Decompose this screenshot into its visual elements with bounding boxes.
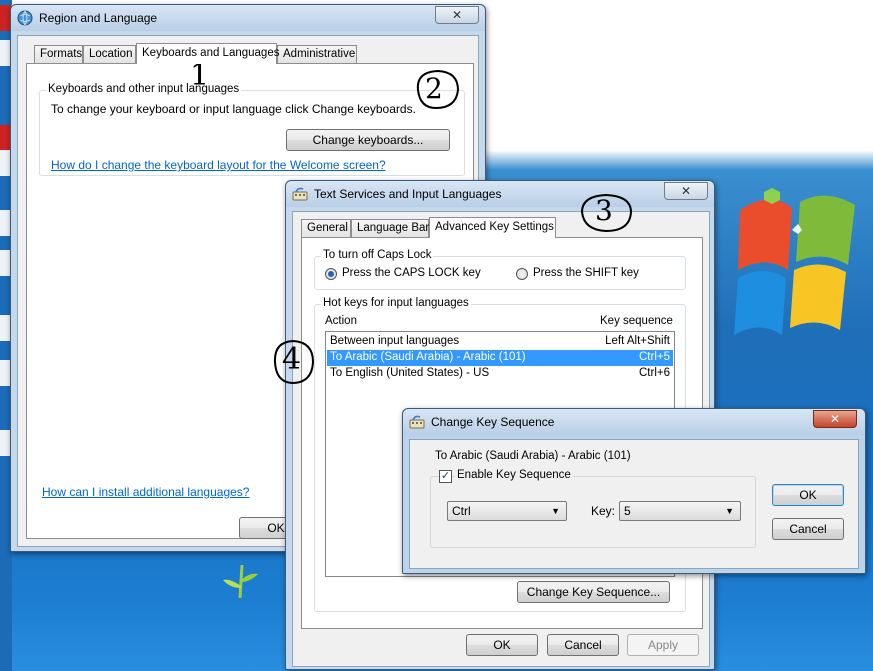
hotkey-action: Between input languages [330,335,460,347]
group-label: Hot keys for input languages [321,297,471,309]
action-column-header: Action [325,315,357,327]
region-language-titlebar[interactable]: Region and Language ✕ [11,5,485,31]
enable-key-sequence-groupbox: ✓ Enable Key Sequence Ctrl ▼ Key: 5 ▼ [430,469,756,548]
modifier-value: Ctrl [452,504,471,518]
cancel-button[interactable]: Cancel [547,634,619,656]
key-dropdown[interactable]: 5 ▼ [619,501,741,521]
keyboards-groupbox: Keyboards and other input languages To c… [39,83,465,176]
group-label: Keyboards and other input languages [46,83,242,95]
chevron-down-icon: ▼ [725,506,734,516]
change-key-sequence-titlebar[interactable]: Change Key Sequence ✕ [403,409,865,435]
tab-administrative[interactable]: Administrative [277,45,357,63]
target-language-label: To Arabic (Saudi Arabia) - Arabic (101) [435,450,631,462]
window-title: Region and Language [39,11,158,25]
tab-location[interactable]: Location [83,45,136,63]
globe-icon [17,10,33,26]
key-value: 5 [624,504,631,518]
group-label: To turn off Caps Lock [321,249,434,261]
chevron-down-icon: ▼ [551,506,560,516]
group-description: To change your keyboard or input languag… [51,102,416,116]
caps-lock-radio-label: Press the CAPS LOCK key [342,267,481,279]
hotkey-sequence: Left Alt+Shift [605,335,670,347]
tab-formats[interactable]: Formats [34,45,83,63]
ok-button[interactable]: OK [772,484,844,506]
key-label: Key: [591,504,616,518]
hotkey-action: To English (United States) - US [330,367,490,379]
annotation-3-circle [581,193,633,233]
list-item[interactable]: Between input languages Left Alt+Shift [327,334,673,350]
window-title: Change Key Sequence [431,415,555,429]
close-button[interactable]: ✕ [664,182,708,200]
change-key-sequence-client: To Arabic (Saudi Arabia) - Arabic (101) … [409,439,859,569]
enable-key-sequence-checkbox[interactable]: ✓ [439,470,452,483]
change-keyboards-button[interactable]: Change keyboards... [286,129,450,151]
windows-logo-icon [734,188,855,335]
enable-key-sequence-label: Enable Key Sequence [455,469,573,481]
annotation-4-circle [273,339,315,385]
hotkey-sequence: Ctrl+5 [639,351,670,363]
shift-radio[interactable] [516,268,528,280]
tab-advanced-key-settings[interactable]: Advanced Key Settings [429,217,556,238]
hotkey-action: To Arabic (Saudi Arabia) - Arabic (101) [330,351,526,363]
list-item[interactable]: To English (United States) - US Ctrl+6 [327,366,673,382]
key-sequence-column-header: Key sequence [600,315,673,327]
keyboard-icon [292,187,308,201]
annotation-2-circle [416,69,460,110]
change-key-sequence-dialog: Change Key Sequence ✕ To Arabic (Saudi A… [402,408,866,574]
list-item-selected[interactable]: To Arabic (Saudi Arabia) - Arabic (101) … [327,350,673,366]
close-button[interactable]: ✕ [435,6,479,24]
text-services-titlebar[interactable]: Text Services and Input Languages ✕ [286,181,714,207]
bamboo-leaf-icon [223,564,258,599]
hotkey-sequence: Ctrl+6 [639,367,670,379]
tab-language-bar[interactable]: Language Bar [351,219,429,237]
install-languages-link[interactable]: How can I install additional languages? [42,485,249,499]
shift-radio-label: Press the SHIFT key [533,267,639,279]
close-button[interactable]: ✕ [813,410,857,428]
modifier-dropdown[interactable]: Ctrl ▼ [447,501,567,521]
window-title: Text Services and Input Languages [314,187,502,201]
change-key-sequence-button[interactable]: Change Key Sequence... [517,581,670,603]
keyboard-icon [409,415,425,429]
cancel-button[interactable]: Cancel [772,518,844,540]
tab-general[interactable]: General [301,219,351,237]
apply-button[interactable]: Apply [627,634,699,656]
tab-keyboards-languages[interactable]: Keyboards and Languages [136,43,279,64]
caps-lock-groupbox: To turn off Caps Lock Press the CAPS LOC… [314,249,686,290]
caps-lock-radio[interactable] [325,268,337,280]
ok-button[interactable]: OK [466,634,538,656]
welcome-screen-link[interactable]: How do I change the keyboard layout for … [51,158,386,172]
